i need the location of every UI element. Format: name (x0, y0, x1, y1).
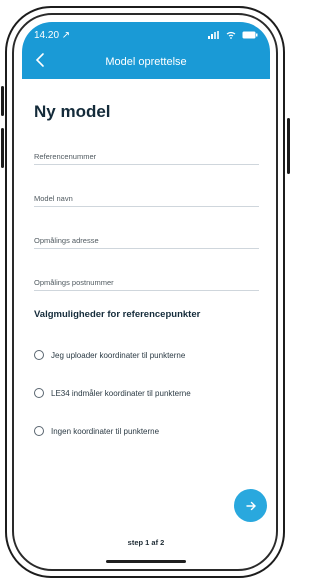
side-button (287, 118, 290, 174)
side-button (1, 86, 4, 116)
radio-option-le34[interactable]: LE34 indmåler koordinater til punkterne (34, 388, 191, 398)
survey-zip-field[interactable]: Opmålings postnummer (34, 272, 259, 291)
radio-option-upload[interactable]: Jeg uploader koordinater til punkterne (34, 350, 185, 360)
radio-option-label: Jeg uploader koordinater til punkterne (51, 350, 186, 360)
radio-option-label: Ingen koordinater til punkterne (51, 426, 160, 436)
wifi-icon (226, 31, 236, 39)
step-indicator: step 1 af 2 (127, 538, 165, 547)
survey-address-field[interactable]: Opmålings adresse (34, 230, 259, 249)
radio-button[interactable] (34, 350, 44, 360)
radio-button[interactable] (34, 388, 44, 398)
radio-option-none[interactable]: Ingen koordinater til punkterne (34, 426, 159, 436)
model-name-field[interactable]: Model navn (34, 188, 259, 207)
page-title: Ny model (34, 102, 111, 121)
survey-zip-label: Opmålings postnummer (34, 278, 114, 287)
app-header: 14.20 ↗ Model oprettelse (22, 22, 270, 79)
arrow-right-icon (245, 501, 256, 510)
reference-options-title: Valgmuligheder for referencepunkter (34, 309, 201, 320)
reference-number-field[interactable]: Referencenummer (34, 146, 259, 165)
app-screen: 14.20 ↗ Model oprettelse Ny model Refere… (22, 22, 270, 564)
radio-button[interactable] (34, 426, 44, 436)
status-time: 14.20 ↗ (34, 30, 71, 41)
next-button[interactable] (234, 489, 267, 522)
side-button (1, 128, 4, 168)
survey-address-label: Opmålings adresse (34, 236, 99, 245)
reference-number-label: Referencenummer (34, 152, 97, 161)
model-name-label: Model navn (34, 194, 73, 203)
nav-title: Model oprettelse (105, 56, 187, 68)
radio-option-label: LE34 indmåler koordinater til punkterne (51, 388, 191, 398)
home-indicator (106, 560, 186, 563)
battery-icon (242, 31, 258, 39)
status-icons (208, 31, 258, 39)
signal-icon (208, 31, 219, 39)
